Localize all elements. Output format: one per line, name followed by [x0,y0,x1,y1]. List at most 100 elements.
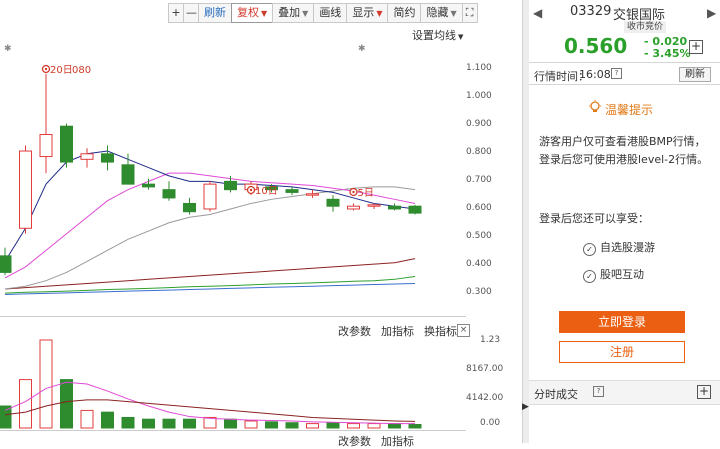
volume-bar [265,421,278,429]
feature-item: ✓ 股吧互动 [583,266,644,283]
candle-body [19,150,32,229]
y-tick-label: 0.900 [466,119,492,129]
next-stock-icon[interactable]: ▶ [707,6,716,20]
candlestick-chart[interactable]: 20日 080 10日 5日 [0,0,466,443]
annotation-10d: 10日 [255,186,278,197]
add-indicator-button[interactable]: 加指标 [381,433,414,449]
ticks-title: 分时成交 [534,388,578,401]
volume-bar [0,405,12,429]
annotation-20d: 20日 [50,65,73,76]
add-watchlist-button[interactable]: + [689,40,703,54]
login-button[interactable]: 立即登录 [559,311,685,333]
expand-ticks-button[interactable]: + [697,385,711,399]
volume-bar [60,379,73,429]
add-indicator-button[interactable]: 加指标 [381,323,414,339]
candle-body [80,153,94,160]
volume-bar [388,423,401,429]
volume-tick-label: 4142.00 [466,393,504,403]
check-circle-icon: ✓ [583,243,596,256]
volume-bar [183,418,196,429]
volume-bar [224,418,237,429]
feature-label: 自选股漫游 [600,241,655,254]
edit-params-button[interactable]: 改参数 [338,323,371,339]
volume-bar [244,420,258,429]
quote-sidebar: ◀ 03329 交银国际 ▶ 收市竞价 0.560 - 0.020 - 3.45… [529,0,720,443]
volume-bar [80,409,94,429]
y-tick-label: 1.100 [466,63,492,73]
marker-5d-dot [352,190,355,194]
candle-body [285,189,299,193]
candle-body [326,198,340,207]
volume-bar [285,422,299,429]
volume-bar [203,416,217,429]
divider [529,62,720,63]
candle-body [60,125,73,163]
last-price: 0.560 [564,34,628,58]
panel-divider [0,316,466,317]
y-tick-label: 1.000 [466,91,492,101]
indicator-toolbar-bottom: 改参数 加指标 [338,433,414,449]
volume-bar [326,422,340,429]
divider [529,84,720,85]
help-icon[interactable]: ? [593,386,604,397]
candle-body [224,180,237,191]
volume-bar [347,423,360,429]
ma60-line [4,258,416,290]
price-change-percent: - 3.45% [644,47,691,60]
volume-tick-label: 0.00 [480,418,501,428]
candle-body [306,193,319,196]
kline-chart-panel[interactable]: + — 刷新 复权 ▼ 叠加 ▼ 画线 显示 ▼ 简约 隐藏 ▼ ⛶ ✱ ✱ 设置均线 ▼… [0,0,522,448]
candle-body [388,205,401,210]
candle-body [0,255,12,273]
candle-body [203,183,217,210]
y-tick-label: 0.400 [466,259,492,269]
volume-bar [142,418,155,429]
volume-bar [306,423,319,429]
feature-item: ✓ 自选股漫游 [583,239,655,256]
annotation-080: 080 [72,65,91,76]
volume-bar [39,339,53,429]
tip-text: 游客用户仅可查看港股BMP行情，登录后您可使用港股level-2行情。 [539,135,709,166]
volume-bar [101,411,114,429]
tip-title: 温馨提示 [605,103,654,117]
volume-tick-label: 8167.00 [466,364,504,374]
volume-bar [408,423,422,429]
volume-tick-label: 1.23 [480,335,501,345]
candle-body [408,205,422,214]
edit-params-button[interactable]: 改参数 [338,433,371,449]
volume-bar [121,416,135,429]
status-badge: 收市竞价 [624,21,667,33]
candle-body [121,164,135,185]
candle-body [367,204,381,207]
feature-label: 股吧互动 [600,268,644,281]
candle-body [162,189,176,199]
switch-indicator-button[interactable]: 换指标 [424,323,457,339]
marker-20d-dot [44,67,48,71]
prev-stock-icon[interactable]: ◀ [533,6,542,20]
lightbulb-icon [589,100,601,112]
annotation-5d: 5日 [358,188,374,199]
check-circle-icon: ✓ [583,270,596,283]
candle-body [39,133,53,158]
y-tick-label: 0.800 [466,147,492,157]
quote-time-value: 16:08 [579,68,611,81]
register-button[interactable]: 注册 [559,341,685,363]
y-tick-label: 0.500 [466,231,492,241]
marker-10d-dot [249,188,253,192]
candle-body [142,183,155,188]
close-icon[interactable]: × [457,324,470,337]
help-icon[interactable]: ? [611,68,622,79]
y-tick-label: 0.700 [466,175,492,185]
volume-bar [162,418,176,429]
candle-body [183,202,196,213]
y-tick-label: 0.600 [466,203,492,213]
y-tick-label: 0.300 [466,287,492,297]
refresh-quote-button[interactable]: 刷新 [679,67,711,82]
candle-body [347,205,360,210]
benefits-label: 登录后您还可以享受： [539,212,649,225]
collapse-arrow-icon[interactable]: ▶ [522,402,529,412]
stock-code: 03329 [570,4,612,19]
volume-bar [367,423,381,429]
panel-divider [0,430,466,431]
indicator-toolbar: 改参数 加指标 换指标 [338,323,457,339]
